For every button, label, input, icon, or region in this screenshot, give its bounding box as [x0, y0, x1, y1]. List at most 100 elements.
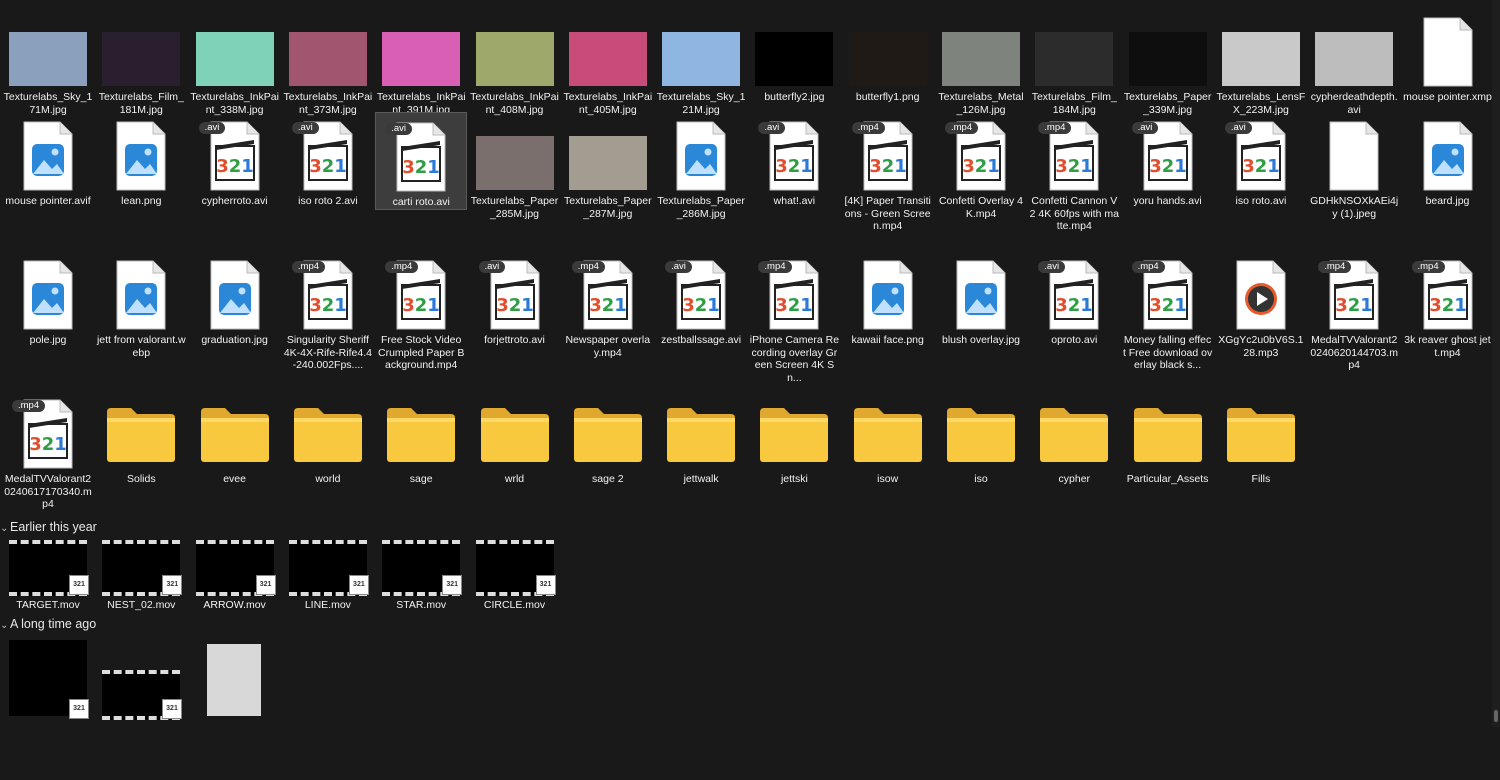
svg-text:321: 321	[1149, 295, 1187, 316]
extension-badge: .mp4	[291, 261, 326, 273]
file-item[interactable]: cypherdeathdepth.avi	[1308, 8, 1400, 116]
file-item[interactable]: 321 TARGET.mov	[2, 540, 94, 612]
file-name-label: isow	[877, 473, 899, 485]
file-item[interactable]: Texturelabs_Paper_339M.jpg	[1122, 8, 1214, 116]
section-header-longago[interactable]: ⌄ A long time ago	[0, 617, 96, 631]
folder-item[interactable]: jettwalk	[655, 390, 747, 486]
file-item[interactable]: 321 .mp4 iPhone Camera Recording overlay G…	[748, 251, 840, 384]
file-name-label: iso	[974, 473, 988, 485]
file-item[interactable]: 321 .avi cypherroto.avi	[189, 112, 281, 208]
image-thumbnail	[848, 32, 927, 86]
extension-badge: .mp4	[758, 261, 792, 273]
file-item[interactable]: lean.png	[95, 112, 187, 208]
vertical-scrollbar[interactable]	[1492, 0, 1500, 727]
folder-icon	[758, 404, 830, 464]
folder-item[interactable]: jettski	[748, 390, 840, 486]
folder-item[interactable]: world	[282, 390, 374, 486]
file-item[interactable]: Texturelabs_Paper_285M.jpg	[469, 112, 561, 220]
file-item[interactable]: 321 .mp4 Newspaper overlay.mp4	[562, 251, 654, 359]
section-header-earlier[interactable]: ⌄ Earlier this year	[0, 520, 97, 534]
folder-item[interactable]: evee	[189, 390, 281, 486]
file-name-label: graduation.jpg	[201, 334, 268, 346]
file-item[interactable]: Texturelabs_Sky_121M.jpg	[655, 8, 747, 116]
folder-item[interactable]: sage 2	[562, 390, 654, 486]
video-thumbnail: 321	[9, 540, 89, 596]
file-item[interactable]: 321 .avi iso roto.avi	[1215, 112, 1307, 208]
file-item[interactable]: Texturelabs_Metal_126M.jpg	[935, 8, 1027, 116]
file-item[interactable]: mouse pointer.xmp	[1402, 8, 1494, 104]
file-item[interactable]: 321 .avi iso roto 2.avi	[282, 112, 374, 208]
folder-item[interactable]: Fills	[1215, 390, 1307, 486]
file-item[interactable]: 321 .avi what!.avi	[748, 112, 840, 208]
file-item[interactable]: 321	[95, 640, 187, 720]
file-item[interactable]: 321 .mp4 Money falling effect Free downloa…	[1122, 251, 1214, 372]
video-thumbnail: 321	[195, 540, 276, 596]
file-name-label: STAR.mov	[396, 599, 447, 611]
file-item[interactable]: 321 .mp4 [4K] Paper Transitions - Green Sc…	[842, 112, 934, 233]
file-item[interactable]: GDHkNSOXkAEi4jy (1).jpeg	[1308, 112, 1400, 220]
file-item[interactable]: butterfly1.png	[842, 8, 934, 104]
file-item[interactable]	[188, 640, 280, 720]
file-item[interactable]: 321 .mp4 3k reaver ghost jett.mp4	[1402, 251, 1494, 359]
media-player-badge-icon: 321	[69, 575, 89, 595]
file-item[interactable]: 321 .avi yoru hands.avi	[1122, 112, 1214, 208]
folder-item[interactable]: Solids	[95, 390, 187, 486]
file-item[interactable]: butterfly2.jpg	[748, 8, 840, 104]
file-item[interactable]: 321 .avi carti roto.avi	[375, 112, 468, 210]
file-item[interactable]: 321 .mp4 MedalTVValorant20240620144703.mp4	[1308, 251, 1400, 372]
file-item[interactable]: Texturelabs_InkPaint_405M.jpg	[562, 8, 654, 116]
file-item[interactable]: beard.jpg	[1402, 112, 1494, 208]
folder-icon	[1225, 404, 1297, 464]
chevron-down-icon: ⌄	[0, 523, 9, 534]
folder-icon	[385, 404, 457, 464]
file-item[interactable]: 321 NEST_02.mov	[95, 540, 187, 612]
file-item[interactable]: 321 .mp4 MedalTVValorant20240617170340.mp4	[2, 390, 94, 511]
file-item[interactable]: Texturelabs_LensFX_223M.jpg	[1215, 8, 1307, 116]
file-item[interactable]: Texturelabs_InkPaint_373M.jpg	[282, 8, 374, 116]
file-item[interactable]: XGgYc2u0bV6S.128.mp3	[1215, 251, 1307, 359]
file-item[interactable]: 321	[2, 640, 94, 720]
file-item[interactable]: 321 STAR.mov	[375, 540, 467, 612]
file-item[interactable]: Texturelabs_Sky_171M.jpg	[2, 8, 94, 116]
svg-text:321: 321	[1242, 156, 1280, 177]
file-item[interactable]: 321 CIRCLE.mov	[469, 540, 561, 612]
file-item[interactable]: 321 LINE.mov	[282, 540, 374, 612]
folder-item[interactable]: wrld	[469, 390, 561, 486]
file-item[interactable]: 321 .mp4 Confetti Cannon V2 4K 60fps with …	[1028, 112, 1120, 233]
file-item[interactable]: kawaii face.png	[842, 251, 934, 347]
file-item[interactable]: Texturelabs_Paper_287M.jpg	[562, 112, 654, 220]
file-item[interactable]: graduation.jpg	[189, 251, 281, 347]
image-thumbnail	[9, 32, 87, 86]
folder-item[interactable]: Particular_Assets	[1122, 390, 1214, 486]
file-item[interactable]: Texturelabs_InkPaint_408M.jpg	[469, 8, 561, 116]
file-name-label: Singularity Sheriff 4K-4X-Rife-Rife4.4-2…	[283, 334, 372, 371]
file-item[interactable]: 321 .avi zestballssage.avi	[655, 251, 747, 347]
file-item[interactable]: 321 .mp4 Singularity Sheriff 4K-4X-Rife-Ri…	[282, 251, 374, 372]
file-item[interactable]: 321 .mp4 Confetti Overlay 4K.mp4	[935, 112, 1027, 220]
svg-text:321: 321	[1056, 295, 1094, 316]
file-name-label: GDHkNSOXkAEi4jy (1).jpeg	[1310, 195, 1399, 220]
file-item[interactable]: mouse pointer.avif	[2, 112, 94, 208]
file-item[interactable]: 321 ARROW.mov	[189, 540, 281, 612]
folder-item[interactable]: iso	[935, 390, 1027, 486]
file-item[interactable]: pole.jpg	[2, 251, 94, 347]
video-file-icon: 321 .mp4	[1131, 259, 1196, 331]
file-item[interactable]: 321 .avi forjettroto.avi	[469, 251, 561, 347]
file-item[interactable]: blush overlay.jpg	[935, 251, 1027, 347]
file-item[interactable]: Texturelabs_InkPaint_338M.jpg	[189, 8, 281, 116]
file-item[interactable]: Texturelabs_Paper_286M.jpg	[655, 112, 747, 220]
file-item[interactable]: Texturelabs_InkPaint_391M.jpg	[375, 8, 467, 116]
file-item[interactable]: Texturelabs_Film_184M.jpg	[1028, 8, 1120, 116]
file-name-label: lean.png	[121, 195, 162, 207]
folder-icon	[292, 404, 364, 464]
folder-item[interactable]: isow	[842, 390, 934, 486]
file-item[interactable]: 321 .mp4 Free Stock Video Crumpled Paper B…	[375, 251, 467, 372]
folder-item[interactable]: sage	[375, 390, 467, 486]
folder-item[interactable]: cypher	[1028, 390, 1120, 486]
file-item[interactable]: Texturelabs_Film_181M.jpg	[95, 8, 187, 116]
file-item[interactable]: 321 .avi oproto.avi	[1028, 251, 1120, 347]
file-name-label: cypherroto.avi	[201, 195, 268, 207]
scrollbar-thumb[interactable]	[1494, 710, 1498, 722]
file-item[interactable]: jett from valorant.webp	[95, 251, 187, 359]
folder-icon	[1132, 404, 1204, 464]
